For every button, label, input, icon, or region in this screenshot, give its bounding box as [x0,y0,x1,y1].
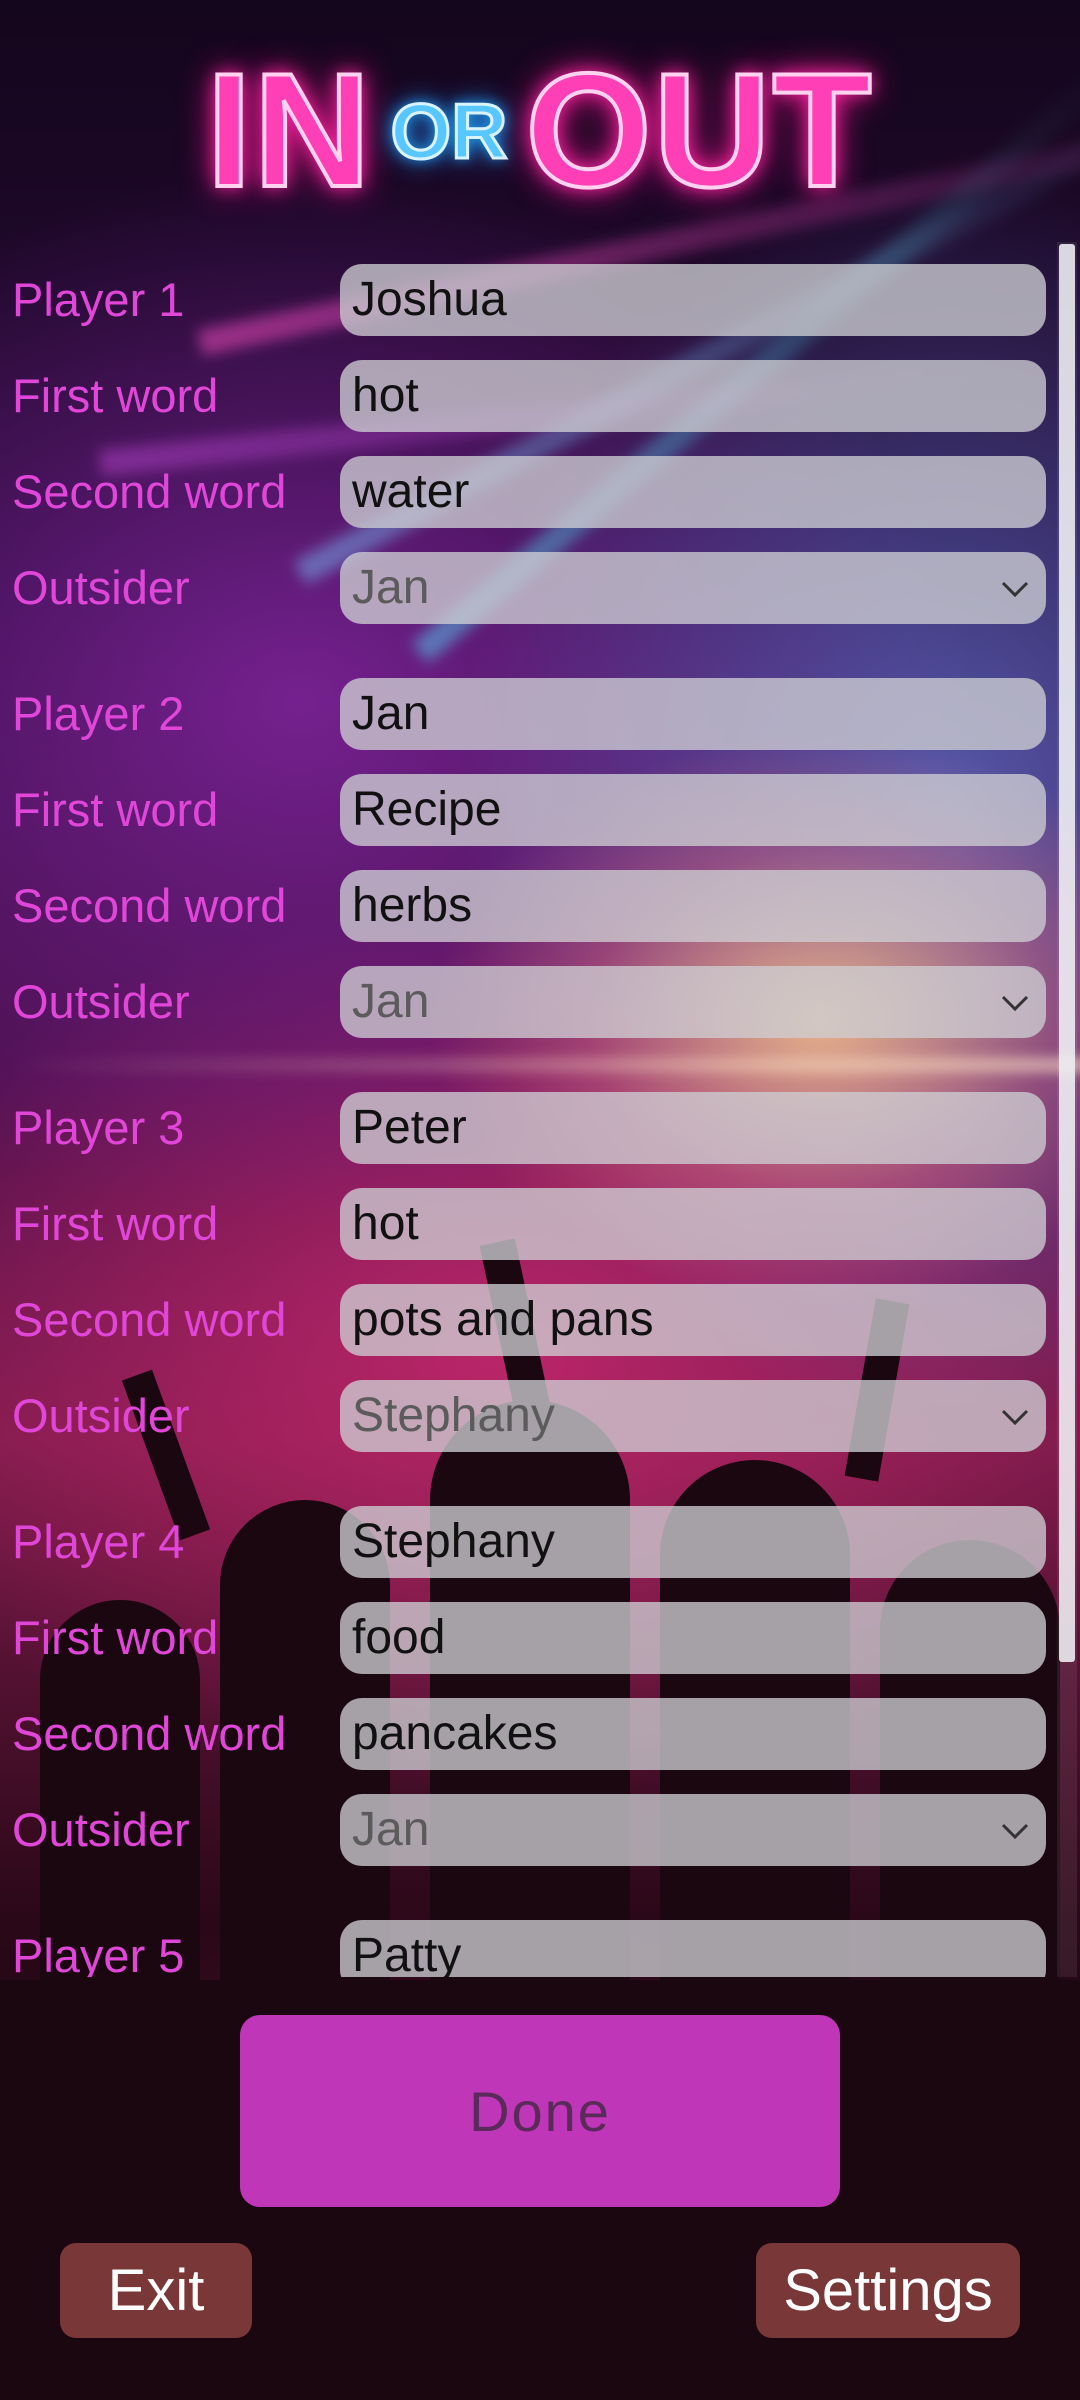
second-word-label: Second word [12,1293,287,1346]
outsider-select[interactable]: Jan [340,966,1046,1038]
player-label: Player 5 [12,1929,185,1977]
scrollbar-thumb[interactable] [1059,244,1075,1662]
chevron-down-icon [1001,1823,1029,1840]
second-word-row: Second word pancakes [0,1698,1060,1770]
outsider-label: Outsider [12,1389,190,1442]
logo-out: OUT [524,38,874,223]
player-label: Player 1 [12,273,185,326]
second-word-label: Second word [12,465,287,518]
chevron-down-icon [1001,1409,1029,1426]
player-name-input[interactable]: Jan [340,678,1046,750]
player-name-row: Player 5 Patty [0,1920,1060,1977]
settings-button[interactable]: Settings [756,2243,1020,2338]
first-word-label: First word [12,369,219,422]
second-word-row: Second word water [0,456,1060,528]
outsider-row: Outsider Jan [0,552,1060,624]
outsider-value: Jan [352,975,430,1028]
outsider-row: Outsider Jan [0,966,1060,1038]
first-word-input[interactable]: hot [340,1188,1046,1260]
outsider-value: Jan [352,1803,430,1856]
outsider-row: Outsider Stephany [0,1380,1060,1452]
player-name-input[interactable]: Patty [340,1920,1046,1977]
exit-button[interactable]: Exit [60,2243,252,2338]
first-word-row: First word food [0,1602,1060,1674]
player-name-row: Player 4 Stephany [0,1506,1060,1578]
logo-or: OR [389,85,509,176]
second-word-input[interactable]: water [340,456,1046,528]
second-word-input[interactable]: pots and pans [340,1284,1046,1356]
outsider-select[interactable]: Stephany [340,1380,1046,1452]
form-scrollbar[interactable] [1057,242,1077,1977]
outsider-select[interactable]: Jan [340,1794,1046,1866]
first-word-label: First word [12,1611,219,1664]
player-name-row: Player 3 Peter [0,1092,1060,1164]
player-name-row: Player 2 Jan [0,678,1060,750]
second-word-input[interactable]: pancakes [340,1698,1046,1770]
outsider-label: Outsider [12,1803,190,1856]
outsider-select[interactable]: Jan [340,552,1046,624]
outsider-value: Stephany [352,1389,555,1442]
player-name-input[interactable]: Stephany [340,1506,1046,1578]
player-name-input[interactable]: Joshua [340,264,1046,336]
done-button[interactable]: Done [240,2015,840,2207]
player-name-row: Player 1 Joshua [0,264,1060,336]
outsider-value: Jan [352,561,430,614]
first-word-input[interactable]: Recipe [340,774,1046,846]
chevron-down-icon [1001,581,1029,598]
player-name-input[interactable]: Peter [340,1092,1046,1164]
second-word-row: Second word herbs [0,870,1060,942]
second-word-input[interactable]: herbs [340,870,1046,942]
first-word-input[interactable]: food [340,1602,1046,1674]
logo-in: IN [205,38,373,223]
player-label: Player 3 [12,1101,185,1154]
first-word-row: First word hot [0,1188,1060,1260]
first-word-row: First word Recipe [0,774,1060,846]
first-word-input[interactable]: hot [340,360,1046,432]
outsider-label: Outsider [12,561,190,614]
second-word-row: Second word pots and pans [0,1284,1060,1356]
second-word-label: Second word [12,1707,287,1760]
player-label: Player 4 [12,1515,185,1568]
outsider-label: Outsider [12,975,190,1028]
game-logo: IN OR OUT [0,38,1080,224]
first-word-label: First word [12,783,219,836]
second-word-label: Second word [12,879,287,932]
first-word-row: First word hot [0,360,1060,432]
outsider-row: Outsider Jan [0,1794,1060,1866]
first-word-label: First word [12,1197,219,1250]
players-form[interactable]: Player 1 Joshua First word hot Second wo… [0,240,1060,1977]
player-label: Player 2 [12,687,185,740]
chevron-down-icon [1001,995,1029,1012]
